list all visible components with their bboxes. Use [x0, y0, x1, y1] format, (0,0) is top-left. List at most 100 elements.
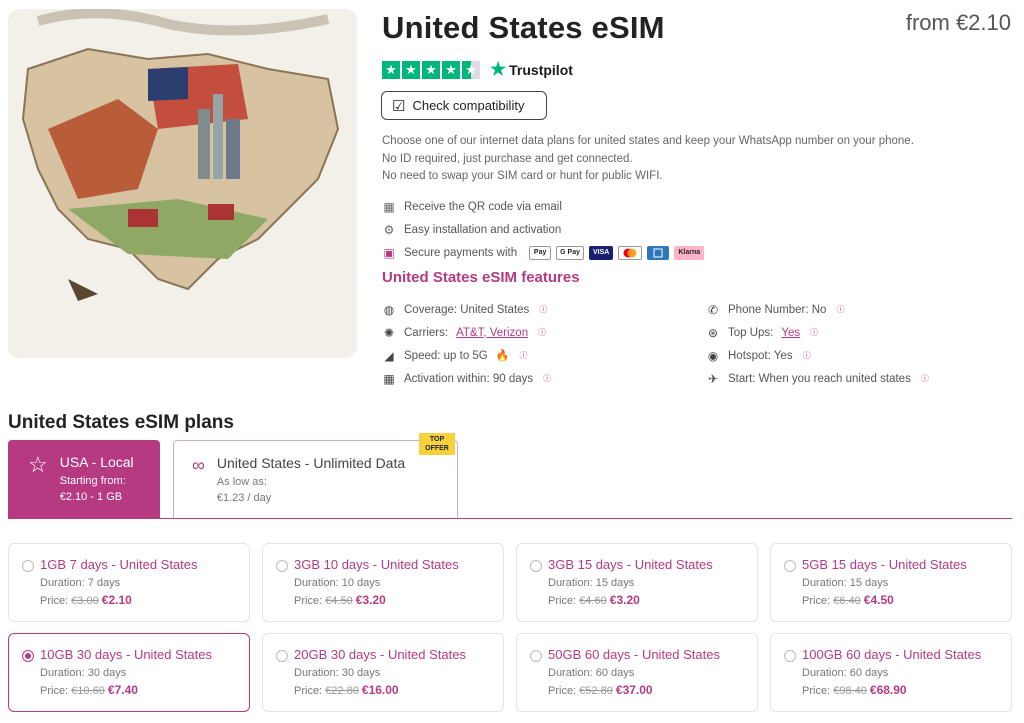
apple-pay-icon: Pay — [529, 245, 552, 260]
plan-price: Price: €22.80 €16.00 — [294, 682, 489, 700]
plan-price: Price: €6.40 €4.50 — [802, 592, 997, 610]
old-price: €6.40 — [833, 595, 861, 607]
duration-value: 30 days — [341, 667, 381, 679]
tab-subtitle: Starting from: — [59, 475, 126, 487]
phone-check-icon: ☑ — [392, 97, 406, 115]
plan-duration: Duration: 30 days — [40, 665, 235, 682]
plan-price: Price: €10.60 €7.40 — [40, 682, 235, 700]
tab-label: USA - Local — [59, 454, 134, 470]
plan-duration: Duration: 10 days — [294, 575, 489, 592]
new-price: €68.90 — [869, 683, 907, 697]
plan-card[interactable]: 3GB 10 days - United States Duration: 10 … — [262, 543, 504, 622]
star-icon: ★ — [422, 60, 440, 79]
plane-icon: ✈ — [707, 371, 719, 386]
plan-name: 100GB 60 days - United States — [802, 647, 982, 662]
page-title: United States eSIM — [382, 10, 665, 45]
feature-label: Coverage: United States — [404, 303, 530, 316]
plan-radio[interactable] — [22, 560, 34, 572]
feature-label: Activation within: 90 days — [404, 372, 534, 385]
tab-usa-local[interactable]: ☆ USA - Local Starting from: €2.10 - 1 G… — [8, 440, 160, 518]
info-icon[interactable]: ⓘ — [803, 350, 811, 361]
payment-methods: Pay G Pay VISA Klarna — [529, 245, 705, 260]
duration-value: 60 days — [849, 667, 889, 679]
tab-subtitle: As low as: — [216, 476, 267, 488]
info-icon[interactable]: ⓘ — [539, 304, 547, 315]
check-compatibility-button[interactable]: ☑ Check compatibility — [381, 91, 547, 120]
plan-card[interactable]: 100GB 60 days - United States Duration: 6… — [770, 633, 1012, 712]
plan-duration: Duration: 15 days — [548, 575, 743, 592]
top-offer-badge: TOP OFFER — [419, 433, 455, 455]
features-heading: United States eSIM features — [382, 269, 580, 286]
plan-price: Price: €52.80 €37.00 — [548, 682, 743, 700]
new-price: €16.00 — [361, 683, 399, 697]
plan-card[interactable]: 20GB 30 days - United States Duration: 30… — [262, 633, 504, 712]
info-icon[interactable]: ⓘ — [519, 350, 527, 361]
plan-card[interactable]: 10GB 30 days - United States Duration: 30… — [8, 633, 250, 712]
star-icon: ★ — [382, 60, 400, 79]
feature-hotspot: ◉ Hotspot: Yes ⓘ — [706, 344, 929, 367]
old-price: €4.50 — [325, 595, 353, 607]
plan-radio[interactable] — [276, 560, 288, 572]
new-price: €7.40 — [107, 683, 138, 697]
plan-radio[interactable] — [276, 650, 288, 662]
plan-duration: Duration: 60 days — [802, 665, 997, 682]
usa-map-illustration — [8, 9, 357, 358]
plan-card[interactable]: 5GB 15 days - United States Duration: 15 … — [770, 543, 1012, 622]
plan-radio[interactable] — [784, 650, 796, 662]
benefit-item: ▦ Receive the QR code via email — [382, 195, 704, 218]
amex-icon — [647, 245, 670, 260]
check-compatibility-label: Check compatibility — [412, 98, 525, 113]
plan-price: Price: €4.50 €3.20 — [294, 592, 489, 610]
price-label: Price: — [294, 595, 323, 607]
duration-label: Duration: — [802, 667, 847, 679]
old-price: €98.40 — [833, 685, 867, 697]
carriers-link[interactable]: AT&T, Verizon — [456, 327, 528, 339]
info-icon[interactable]: ⓘ — [543, 373, 551, 384]
feature-label: Top Ups: — [728, 326, 774, 339]
info-icon[interactable]: ⓘ — [810, 327, 818, 338]
info-icon[interactable]: ⓘ — [836, 304, 844, 315]
topups-link[interactable]: Yes — [781, 327, 800, 339]
duration-value: 10 days — [341, 577, 381, 589]
trustpilot-rating[interactable]: ★ ★ ★ ★ ★ ★ Trustpilot — [382, 59, 573, 80]
badge-line: TOP — [429, 436, 445, 443]
new-price: €37.00 — [615, 683, 653, 697]
duration-label: Duration: — [294, 577, 339, 589]
price-label: Price: — [802, 595, 831, 607]
feature-label: Phone Number: No — [728, 303, 827, 316]
plan-name: 5GB 15 days - United States — [802, 557, 967, 572]
plan-name: 50GB 60 days - United States — [548, 647, 720, 662]
price-label: Price: — [294, 685, 323, 697]
plan-duration: Duration: 7 days — [40, 575, 235, 592]
features-list-left: ◍ Coverage: United States ⓘ ✺ Carriers: A… — [382, 298, 551, 390]
half-star-icon: ★ — [462, 60, 480, 79]
tab-unlimited-data[interactable]: ∞ United States - Unlimited Data As low … — [173, 440, 458, 518]
plan-name: 20GB 30 days - United States — [294, 647, 466, 662]
rating-stars: ★ ★ ★ ★ ★ — [382, 60, 480, 79]
plans-heading: United States eSIM plans — [8, 412, 234, 433]
plan-name: 1GB 7 days - United States — [40, 557, 198, 572]
plan-radio[interactable] — [22, 650, 34, 662]
price-label: Price: — [802, 685, 831, 697]
benefit-list: ▦ Receive the QR code via email ⚙ Easy i… — [382, 195, 705, 264]
plan-card[interactable]: 50GB 60 days - United States Duration: 60… — [516, 633, 758, 712]
plan-radio[interactable] — [530, 650, 542, 662]
plan-radio[interactable] — [530, 560, 542, 572]
info-icon[interactable]: ⓘ — [921, 373, 929, 384]
plan-radio[interactable] — [784, 560, 796, 572]
tab-price: €2.10 - 1 GB — [59, 491, 123, 503]
plan-card[interactable]: 1GB 7 days - United States Duration: 7 da… — [8, 543, 250, 622]
price-label: Price: — [40, 595, 69, 607]
star-icon: ★ — [402, 60, 420, 79]
info-icon[interactable]: ⓘ — [538, 327, 546, 338]
tab-price: €1.23 / day — [216, 492, 272, 504]
qr-code-icon: ▦ — [383, 199, 395, 214]
feature-label: Carriers: — [404, 326, 449, 339]
trustpilot-label: Trustpilot — [509, 61, 573, 78]
old-price: €4.60 — [579, 595, 607, 607]
feature-start: ✈ Start: When you reach united states ⓘ — [706, 367, 929, 390]
duration-value: 30 days — [87, 667, 127, 679]
plan-card[interactable]: 3GB 15 days - United States Duration: 15 … — [516, 543, 758, 622]
google-pay-icon: G Pay — [556, 245, 584, 260]
benefit-label: Easy installation and activation — [404, 223, 562, 236]
